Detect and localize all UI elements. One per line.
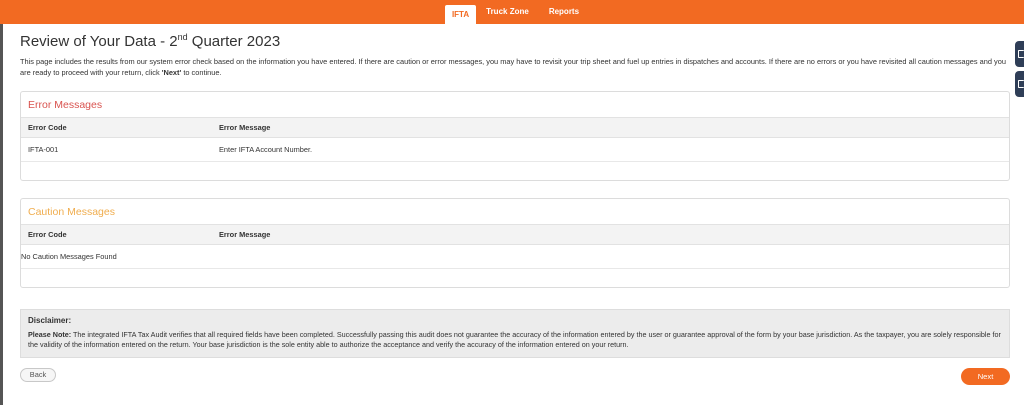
page-title: Review of Your Data - 2nd Quarter 2023 — [20, 32, 281, 50]
error-table-header: Error Code Error Message — [21, 118, 1009, 138]
window-edge — [0, 0, 3, 405]
intro-part2: to continue. — [181, 67, 222, 77]
error-col-message-header: Error Message — [219, 123, 271, 132]
intro-next-ref: 'Next' — [161, 67, 182, 77]
caution-panel-footer — [21, 269, 1009, 287]
tab-reports[interactable]: Reports — [539, 0, 589, 24]
caution-col-message-header: Error Message — [219, 230, 271, 239]
page-title-prefix: Review of Your Data - 2 — [20, 33, 178, 50]
caution-empty-message: No Caution Messages Found — [21, 252, 117, 261]
error-messages-panel: Error Messages Error Code Error Message … — [20, 91, 1010, 181]
error-panel-title: Error Messages — [21, 92, 1009, 118]
caution-col-code-header: Error Code — [28, 230, 67, 239]
next-button[interactable]: Next — [961, 368, 1010, 385]
document-icon — [1018, 80, 1024, 88]
error-col-code-header: Error Code — [28, 123, 67, 132]
side-widget-top[interactable] — [1015, 41, 1024, 67]
chat-icon — [1018, 50, 1024, 58]
error-message-cell: Enter IFTA Account Number. — [219, 145, 313, 154]
disclaimer-title: Disclaimer: — [28, 316, 72, 325]
main-nav: IFTA Truck Zone Reports — [0, 0, 1024, 24]
caution-panel-title: Caution Messages — [21, 199, 1009, 225]
intro-text: This page includes the results from our … — [20, 57, 1010, 78]
caution-messages-panel: Caution Messages Error Code Error Messag… — [20, 198, 1010, 288]
disclaimer-box: Disclaimer: Please Note: The integrated … — [20, 309, 1010, 358]
disclaimer-text: Please Note: The integrated IFTA Tax Aud… — [28, 330, 1002, 350]
page-title-suffix: Quarter 2023 — [187, 33, 281, 50]
error-panel-footer — [21, 162, 1009, 180]
table-row: IFTA-001 Enter IFTA Account Number. — [21, 138, 1009, 162]
disclaimer-note-label: Please Note: — [28, 330, 72, 339]
error-code-cell: IFTA-001 — [28, 145, 59, 154]
tab-ifta[interactable]: IFTA — [444, 5, 477, 24]
table-row-empty: No Caution Messages Found — [21, 245, 1009, 269]
nav-tabs: IFTA Truck Zone Reports — [444, 0, 589, 24]
page-title-ordinal: nd — [177, 32, 188, 42]
caution-table-header: Error Code Error Message — [21, 225, 1009, 245]
side-widget-bottom[interactable] — [1015, 71, 1024, 97]
disclaimer-body: The integrated IFTA Tax Audit verifies t… — [28, 330, 1001, 349]
tab-truck-zone[interactable]: Truck Zone — [476, 0, 539, 24]
back-button[interactable]: Back — [20, 368, 56, 382]
